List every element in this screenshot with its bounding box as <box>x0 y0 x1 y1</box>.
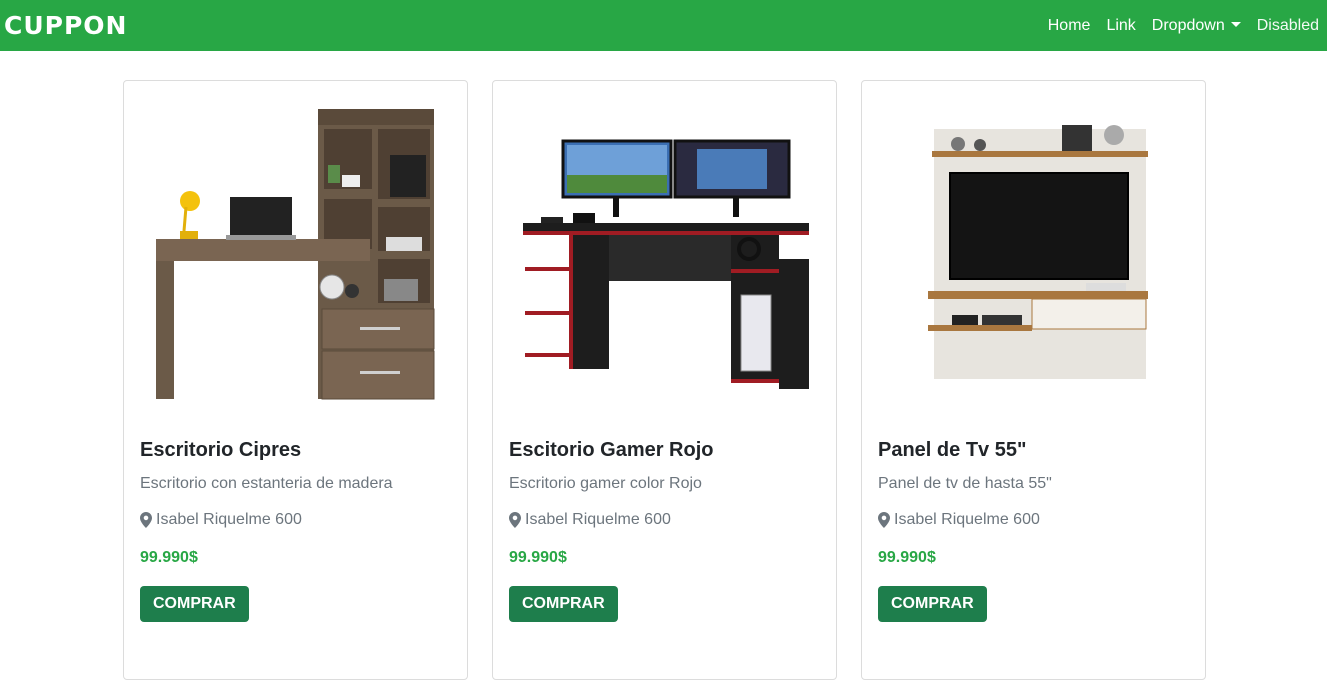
product-card: Panel de Tv 55" Panel de tv de hasta 55"… <box>861 80 1206 680</box>
product-image-gamer-desk <box>501 89 829 429</box>
brand-logo[interactable]: CUPPON <box>4 11 127 40</box>
buy-button[interactable]: COMPRAR <box>878 586 987 622</box>
card-body: Panel de Tv 55" Panel de tv de hasta 55"… <box>878 439 1189 622</box>
product-image-desk <box>132 89 460 429</box>
buy-button[interactable]: COMPRAR <box>509 586 618 622</box>
location-label: Isabel Riquelme 600 <box>156 511 302 528</box>
map-marker-icon <box>509 512 521 528</box>
product-price: 99.990$ <box>509 549 567 566</box>
product-price: 99.990$ <box>140 549 198 566</box>
buy-button[interactable]: COMPRAR <box>140 586 249 622</box>
product-image-tv-panel <box>870 89 1198 429</box>
product-card: Escritorio Cipres Escritorio con estante… <box>123 80 468 680</box>
product-description: Escritorio con estanteria de madera <box>140 475 393 492</box>
nav-dropdown-label: Dropdown <box>1151 16 1225 34</box>
nav-link-disabled: Disabled <box>1256 16 1319 34</box>
location-label: Isabel Riquelme 600 <box>525 511 671 528</box>
product-title: Escitorio Gamer Rojo <box>509 439 714 461</box>
nav-dropdown[interactable]: Dropdown <box>1152 17 1241 35</box>
product-price: 99.990$ <box>878 549 936 566</box>
caret-down-icon <box>1230 22 1241 27</box>
product-location: Isabel Riquelme 600 <box>878 511 1189 529</box>
navbar: CUPPON Home Link Dropdown Disabled <box>0 0 1327 51</box>
location-label: Isabel Riquelme 600 <box>894 511 1040 528</box>
product-description: Panel de tv de hasta 55" <box>878 475 1052 492</box>
product-title: Panel de Tv 55" <box>878 439 1027 461</box>
nav-link-home[interactable]: Home <box>1048 17 1091 35</box>
nav-link-link[interactable]: Link <box>1106 17 1135 35</box>
map-marker-icon <box>878 512 890 528</box>
product-title: Escritorio Cipres <box>140 439 302 461</box>
product-location: Isabel Riquelme 600 <box>140 511 451 529</box>
product-description: Escritorio gamer color Rojo <box>509 475 702 492</box>
card-body: Escritorio Cipres Escritorio con estante… <box>140 439 451 622</box>
map-marker-icon <box>140 512 152 528</box>
product-card: Escitorio Gamer Rojo Escritorio gamer co… <box>492 80 837 680</box>
product-grid: Escritorio Cipres Escritorio con estante… <box>0 51 1327 680</box>
product-location: Isabel Riquelme 600 <box>509 511 820 529</box>
card-body: Escitorio Gamer Rojo Escritorio gamer co… <box>509 439 820 622</box>
nav-links: Home Link Dropdown Disabled <box>1048 17 1319 35</box>
